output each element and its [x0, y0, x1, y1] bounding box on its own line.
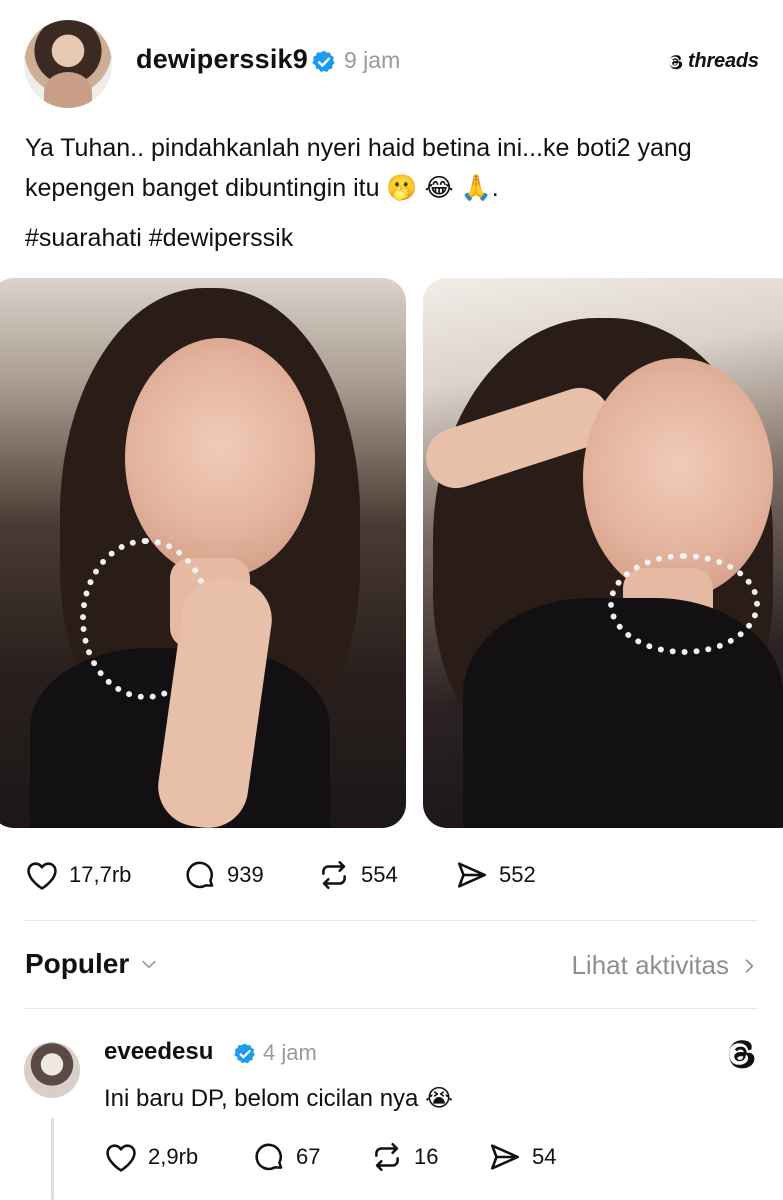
- comment-icon: [255, 1143, 283, 1171]
- share-count: 552: [499, 862, 536, 887]
- heart-icon: [27, 862, 57, 890]
- comment-like-button[interactable]: 2,9rb: [104, 1141, 252, 1173]
- post-text: Ya Tuhan.. pindahkanlah nyeri haid betin…: [25, 134, 692, 202]
- repost-count: 554: [361, 862, 398, 887]
- threads-logo: threads: [666, 50, 759, 73]
- verified-badge-icon: [234, 1043, 255, 1064]
- comment-icon: [186, 861, 214, 889]
- post-photo-1[interactable]: [0, 278, 406, 828]
- comment-reply-button[interactable]: 67: [252, 1140, 370, 1174]
- view-activity-label: Lihat aktivitas: [571, 950, 729, 980]
- like-button[interactable]: 17,7rb: [25, 859, 183, 891]
- comment-actions: 2,9rb 67 16 54: [104, 1140, 588, 1174]
- post-actions: 17,7rb 939 554 552: [25, 858, 575, 892]
- chevron-down-icon: [142, 960, 156, 969]
- sort-dropdown[interactable]: Populer: [25, 948, 159, 980]
- divider: [25, 1008, 758, 1009]
- chevron-right-icon: [745, 958, 754, 973]
- thread-line: [51, 1118, 54, 1200]
- comment-share-button[interactable]: 54: [488, 1140, 588, 1174]
- reply-count: 939: [227, 862, 264, 887]
- comment-repost-count: 16: [414, 1144, 439, 1169]
- send-icon: [457, 862, 487, 888]
- post-photo-2[interactable]: [423, 278, 783, 828]
- divider: [25, 920, 758, 921]
- send-icon: [490, 1144, 520, 1170]
- repost-icon: [375, 1142, 399, 1172]
- threads-icon[interactable]: [722, 1036, 758, 1072]
- heart-icon: [106, 1144, 136, 1172]
- comment-share-count: 54: [532, 1144, 557, 1169]
- comment-text: Ini baru DP, belom cicilan nya 😭: [104, 1085, 454, 1112]
- author-avatar[interactable]: [24, 20, 112, 108]
- post-hashtags[interactable]: #suarahati #dewiperssik: [25, 224, 293, 253]
- repost-button[interactable]: 554: [317, 858, 455, 892]
- reply-button[interactable]: 939: [183, 858, 317, 892]
- comment-like-count: 2,9rb: [148, 1144, 199, 1169]
- repost-icon: [322, 860, 346, 890]
- view-activity-link[interactable]: Lihat aktivitas: [571, 950, 759, 981]
- threads-wordmark: threads: [688, 50, 759, 72]
- like-count: 17,7rb: [69, 862, 132, 887]
- share-button[interactable]: 552: [455, 858, 575, 892]
- commenter-avatar[interactable]: [24, 1042, 80, 1098]
- comment-time: 4 jam: [263, 1040, 317, 1065]
- section-title: Populer: [25, 948, 130, 979]
- post-time: 9 jam: [344, 47, 401, 73]
- commenter-username[interactable]: eveedesu: [104, 1038, 213, 1066]
- comment-reply-count: 67: [296, 1144, 321, 1169]
- verified-badge-icon: [312, 50, 335, 72]
- threads-icon: [669, 54, 683, 69]
- author-username[interactable]: dewiperssik9: [136, 44, 308, 75]
- comment-repost-button[interactable]: 16: [370, 1140, 488, 1174]
